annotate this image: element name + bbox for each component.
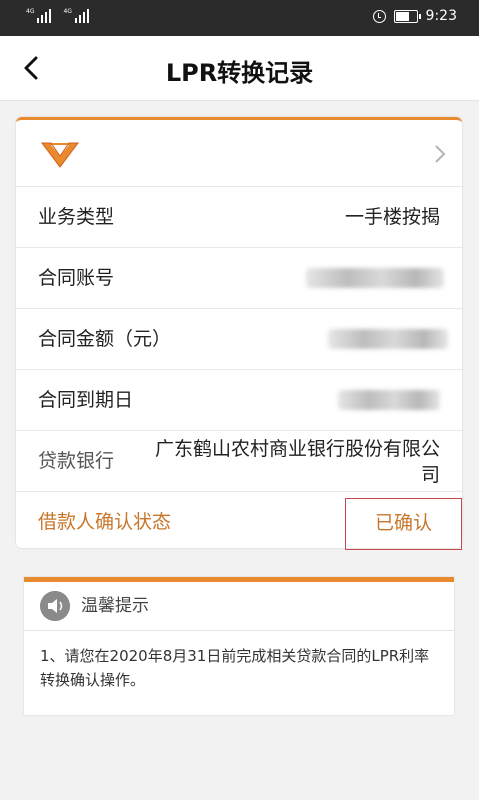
tip-panel: 温馨提示 1、请您在2020年8月31日前完成相关贷款合同的LPR利率转换确认操… [24,577,454,715]
battery-icon [393,9,421,23]
row-label: 贷款银行 [38,450,115,472]
signal-icon: 4G [63,8,89,23]
speaker-icon [40,591,70,621]
tip-text: 1、请您在2020年8月31日前完成相关贷款合同的LPR利率转换确认操作。 [40,647,430,689]
row-value: 一手楼按揭 [344,206,440,228]
redacted-value [306,268,444,288]
status-bar: 4G 4G 9:23 [0,0,479,36]
redacted-value [338,390,440,410]
row-label: 合同金额（元） [38,328,172,350]
row-lending-bank: 贷款银行 广东鹤山农村商业银行股份有限公司 [16,431,462,492]
nav-bar: LPR转换记录 [0,36,479,101]
row-contract-amount: 合同金额（元） [16,309,462,370]
bank-header[interactable] [16,120,462,187]
network-type-2: 4G [63,8,72,15]
row-value: 广东鹤山农村商业银行股份有限公司 [154,438,440,486]
page-title: LPR转换记录 [165,59,314,87]
bank-logo-icon [41,142,79,168]
network-type-1: 4G [26,8,35,15]
status-badge: 已确认 [345,498,462,550]
alarm-icon [372,9,386,23]
signal-icon: 4G [26,8,52,23]
tip-title: 温馨提示 [81,596,149,616]
redacted-value [328,329,448,349]
clock: 9:23 [425,8,457,24]
row-confirm-status: 借款人确认状态 已确认 [16,492,462,552]
row-contract-account: 合同账号 [16,248,462,309]
record-card: 业务类型 一手楼按揭 合同账号 合同金额（元） 合同到期日 贷款银行 广东鹤山农… [16,117,462,550]
row-label: 借款人确认状态 [38,511,172,533]
row-due-date: 合同到期日 [16,370,462,431]
row-business-type: 业务类型 一手楼按揭 [16,187,462,248]
row-label: 合同到期日 [38,389,134,411]
row-label: 合同账号 [38,267,115,289]
tip-header: 温馨提示 [24,582,454,631]
row-label: 业务类型 [38,206,115,228]
chevron-right-icon [435,145,446,163]
